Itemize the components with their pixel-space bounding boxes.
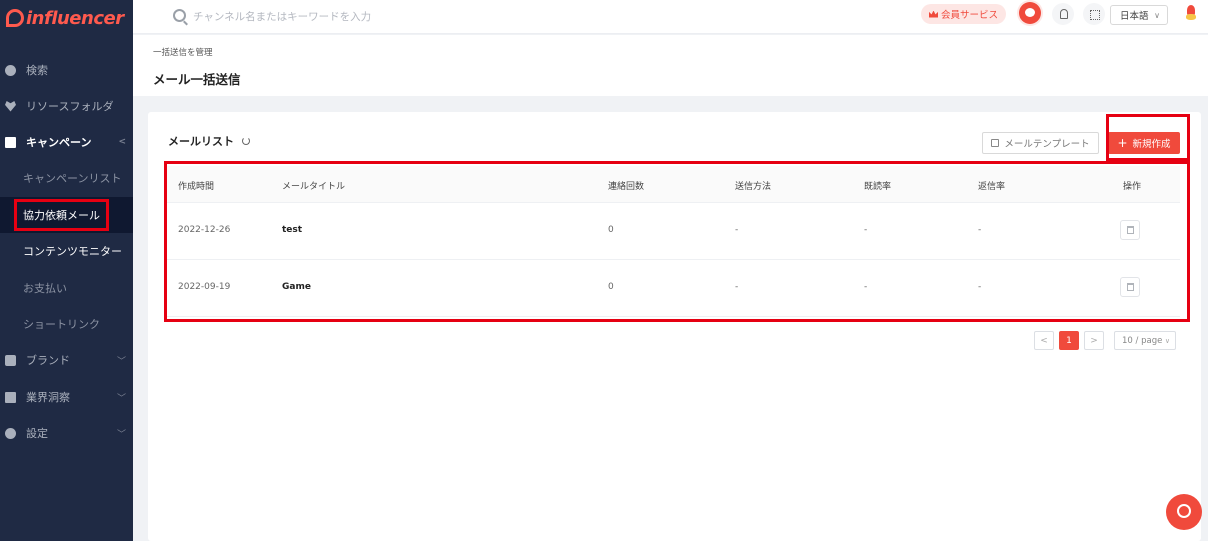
chevron-left-icon: < xyxy=(118,137,126,147)
template-icon xyxy=(991,139,1000,147)
membership-label: 会員サービス xyxy=(941,10,999,21)
chevron-down-icon: ﹀ xyxy=(116,356,126,367)
sidebar-item-label: リソースフォルダ xyxy=(26,100,114,113)
membership-button[interactable]: 会員サービス xyxy=(921,4,1007,24)
chart-icon xyxy=(5,391,16,403)
page-size-select[interactable]: 10 / page ∨ xyxy=(1114,331,1176,350)
page-size-value: 10 / page xyxy=(1122,335,1163,346)
compass-icon xyxy=(5,64,16,76)
breadcrumb[interactable]: 一括送信を管理 xyxy=(153,46,213,58)
sidebar-subitem-label: キャンペーンリスト xyxy=(23,172,122,185)
search-input[interactable] xyxy=(193,7,593,27)
sidebar-item-label: 設定 xyxy=(26,427,48,440)
page-title: メール一括送信 xyxy=(153,72,241,87)
sidebar-subitem-content-monitor[interactable]: コンテンツモニター xyxy=(0,233,133,269)
card-title: メールリスト xyxy=(168,133,250,149)
sidebar: influencer 検索 リソースフォルダ キャンペーン < キャンペーンリス… xyxy=(0,0,133,541)
sidebar-subitem-label: コンテンツモニター xyxy=(23,245,122,258)
email-template-button[interactable]: メールテンプレート xyxy=(982,132,1099,154)
language-value: 日本語 xyxy=(1120,11,1149,22)
highlight-box-new-button xyxy=(1106,114,1190,161)
pagination-next-button[interactable]: > xyxy=(1084,331,1104,350)
sidebar-item-label: キャンペーン xyxy=(26,136,92,149)
chevron-down-icon: ﹀ xyxy=(116,429,126,440)
bell-icon[interactable] xyxy=(1052,3,1074,25)
card-title-text: メールリスト xyxy=(168,135,234,148)
chevron-down-icon: ﹀ xyxy=(116,393,126,404)
sidebar-subitem-label: ショートリンク xyxy=(23,318,100,331)
language-select[interactable]: 日本語 ∨ xyxy=(1110,5,1168,25)
sidebar-subitem-campaign-list[interactable]: キャンペーンリスト xyxy=(0,160,133,196)
apps-grid-icon[interactable] xyxy=(1083,3,1105,25)
top-header: 会員サービス 日本語 ∨ xyxy=(133,0,1208,34)
document-icon xyxy=(5,136,16,148)
sidebar-item-label: ブランド xyxy=(26,354,70,367)
logo-text: influencer xyxy=(26,7,124,29)
pagination-page-1[interactable]: 1 xyxy=(1059,331,1079,350)
sidebar-item-label: 検索 xyxy=(26,64,48,77)
page-header: 一括送信を管理 メール一括送信 xyxy=(133,35,1208,96)
refresh-icon[interactable] xyxy=(242,137,250,145)
highlight-box-sidebar xyxy=(14,199,109,231)
sidebar-subitem-short-link[interactable]: ショートリンク xyxy=(0,306,133,342)
avatar[interactable] xyxy=(1181,3,1201,23)
crown-icon xyxy=(929,10,938,18)
sidebar-item-label: 業界洞察 xyxy=(26,391,70,404)
heart-icon xyxy=(5,101,16,112)
chevron-down-icon: ∨ xyxy=(1164,336,1170,345)
sidebar-item-brand[interactable]: ブランド ﹀ xyxy=(0,342,133,378)
sidebar-subitem-payments[interactable]: お支払い xyxy=(0,270,133,306)
chevron-down-icon: ∨ xyxy=(1154,10,1160,20)
sidebar-subitem-label: お支払い xyxy=(23,282,67,295)
email-template-label: メールテンプレート xyxy=(1004,139,1090,150)
highlight-box-table xyxy=(164,161,1190,322)
logo-mark-icon xyxy=(6,9,24,27)
sidebar-item-resource-folder[interactable]: リソースフォルダ xyxy=(0,88,133,124)
gear-icon xyxy=(5,427,16,439)
chat-icon[interactable] xyxy=(1019,2,1041,24)
sidebar-item-campaign[interactable]: キャンペーン < xyxy=(0,124,133,160)
pagination-prev-button[interactable]: < xyxy=(1034,331,1054,350)
sidebar-item-search[interactable]: 検索 xyxy=(0,52,133,88)
search-icon xyxy=(173,9,186,22)
brand-icon xyxy=(5,354,16,366)
sidebar-item-industry-insight[interactable]: 業界洞察 ﹀ xyxy=(0,379,133,415)
logo[interactable]: influencer xyxy=(6,6,124,30)
help-chat-icon[interactable] xyxy=(1166,494,1202,530)
sidebar-item-settings[interactable]: 設定 ﹀ xyxy=(0,415,133,451)
